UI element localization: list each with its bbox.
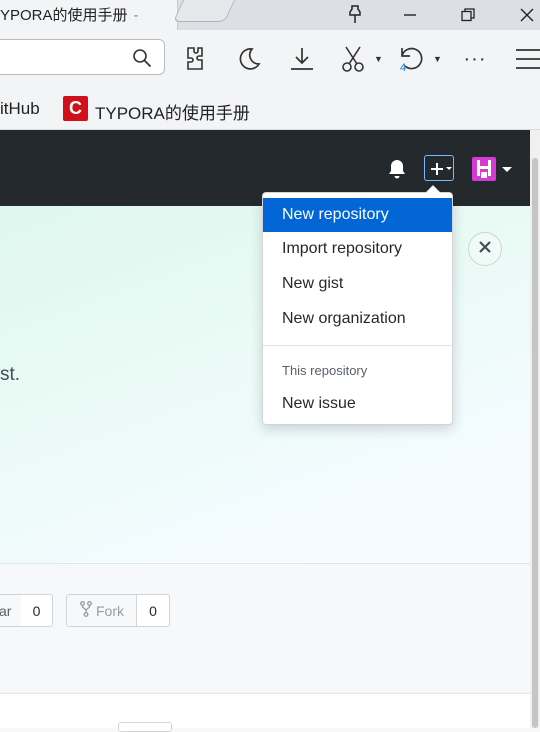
banner-text: st. <box>0 364 21 385</box>
star-button[interactable]: ar <box>0 594 22 627</box>
download-icon[interactable] <box>287 44 317 74</box>
tab-title: YPORA的使用手册 <box>0 7 128 24</box>
tab-suffix: - <box>133 7 139 24</box>
close-icon <box>478 240 492 259</box>
menu-divider <box>263 345 452 346</box>
bookmarks-bar: itHub C TYPORA的使用手册 <box>0 90 540 130</box>
create-new-plus-icon[interactable] <box>424 155 454 181</box>
menu-section-header: This repository <box>282 363 368 378</box>
fork-count[interactable]: 0 <box>137 594 170 627</box>
browser-tab-bar: YPORA的使用手册 - <box>0 0 540 30</box>
menu-item-new-issue[interactable]: New issue <box>263 387 452 421</box>
fork-button[interactable]: Fork <box>66 594 137 627</box>
more-menu-icon[interactable]: ··· <box>460 44 490 74</box>
search-icon[interactable] <box>132 48 152 73</box>
undo-count-badge: 4 <box>400 62 407 74</box>
typora-c-icon: C <box>63 96 88 121</box>
screenshot-scissors-icon[interactable] <box>338 44 368 74</box>
restore-icon[interactable] <box>443 0 493 30</box>
new-tab-button[interactable] <box>172 0 236 22</box>
close-window-icon[interactable] <box>502 0 540 30</box>
extensions-icon[interactable] <box>180 43 210 73</box>
minimize-icon[interactable] <box>385 0 435 30</box>
menu-item-new-repository[interactable]: New repository <box>263 198 452 232</box>
user-avatar-icon[interactable] <box>472 157 514 186</box>
night-mode-icon[interactable] <box>234 44 264 74</box>
browser-tab-active[interactable]: YPORA的使用手册 - <box>0 0 178 30</box>
partial-button[interactable] <box>118 722 172 732</box>
hamburger-menu-icon[interactable] <box>512 44 540 74</box>
create-new-dropdown: New repository Import repository New gis… <box>262 185 453 425</box>
bookmark-typora[interactable]: TYPORA的使用手册 <box>95 99 250 124</box>
bookmark-github[interactable]: itHub <box>0 99 40 119</box>
dismiss-banner-button[interactable] <box>468 232 502 266</box>
scrollbar-thumb[interactable] <box>532 158 538 728</box>
address-bar[interactable] <box>0 39 165 75</box>
window-pin-icon[interactable] <box>330 0 380 30</box>
fork-label: Fork <box>96 602 124 619</box>
star-count[interactable]: 0 <box>21 594 53 627</box>
page-scrollbar[interactable] <box>530 130 540 728</box>
menu-item-import-repository[interactable]: Import repository <box>263 232 452 266</box>
repo-actions-bar: ar 0 Fork 0 <box>0 564 530 694</box>
browser-toolbar: ▼ ▼ ··· <box>0 30 540 90</box>
menu-item-new-organization[interactable]: New organization <box>263 302 452 336</box>
scissors-dropdown-icon[interactable]: ▼ <box>374 54 383 64</box>
menu-item-new-gist[interactable]: New gist <box>263 267 452 301</box>
fork-icon <box>80 601 92 620</box>
notification-bell-icon[interactable] <box>388 159 406 184</box>
undo-dropdown-icon[interactable]: ▼ <box>433 54 442 64</box>
